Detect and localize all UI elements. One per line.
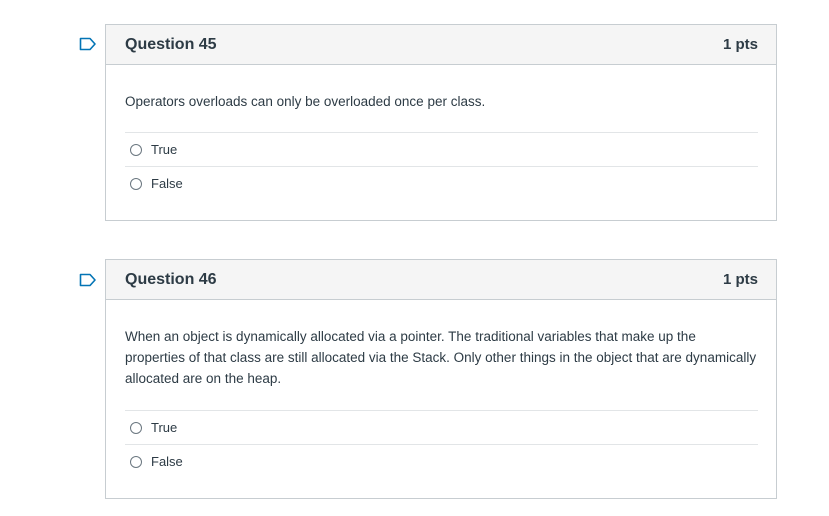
- answer-label: False: [151, 454, 183, 469]
- radio-button[interactable]: [130, 143, 142, 156]
- answer-list: True False: [125, 410, 758, 478]
- question-card: Question 45 1 pts Operators overloads ca…: [105, 24, 777, 221]
- question-points: 1 pts: [722, 271, 758, 288]
- answer-option-false[interactable]: False: [125, 445, 758, 478]
- answer-option-true[interactable]: True: [125, 133, 758, 167]
- quiz-questions: Question 45 1 pts Operators overloads ca…: [0, 0, 829, 516]
- answer-option-false[interactable]: False: [125, 167, 758, 200]
- radio-button[interactable]: [130, 421, 142, 434]
- question-header: Question 46 1 pts: [106, 260, 776, 300]
- question-card: Question 46 1 pts When an object is dyna…: [105, 259, 777, 499]
- question-body: When an object is dynamically allocated …: [106, 300, 776, 478]
- answer-list: True False: [125, 132, 758, 200]
- question-text: Operators overloads can only be overload…: [125, 94, 486, 109]
- question-title: Question 46: [125, 270, 217, 288]
- radio-button[interactable]: [130, 455, 142, 468]
- question-title: Question 45: [125, 35, 217, 53]
- radio-button[interactable]: [130, 177, 142, 190]
- answer-label: False: [151, 176, 183, 191]
- question-body: Operators overloads can only be overload…: [106, 65, 776, 200]
- question-text: When an object is dynamically allocated …: [125, 329, 757, 386]
- question-points: 1 pts: [722, 36, 758, 53]
- flag-question-icon[interactable]: [79, 273, 97, 287]
- answer-option-true[interactable]: True: [125, 411, 758, 445]
- answer-label: True: [151, 420, 178, 435]
- question-header: Question 45 1 pts: [106, 25, 776, 65]
- answer-label: True: [151, 142, 178, 157]
- flag-question-icon[interactable]: [79, 37, 97, 51]
